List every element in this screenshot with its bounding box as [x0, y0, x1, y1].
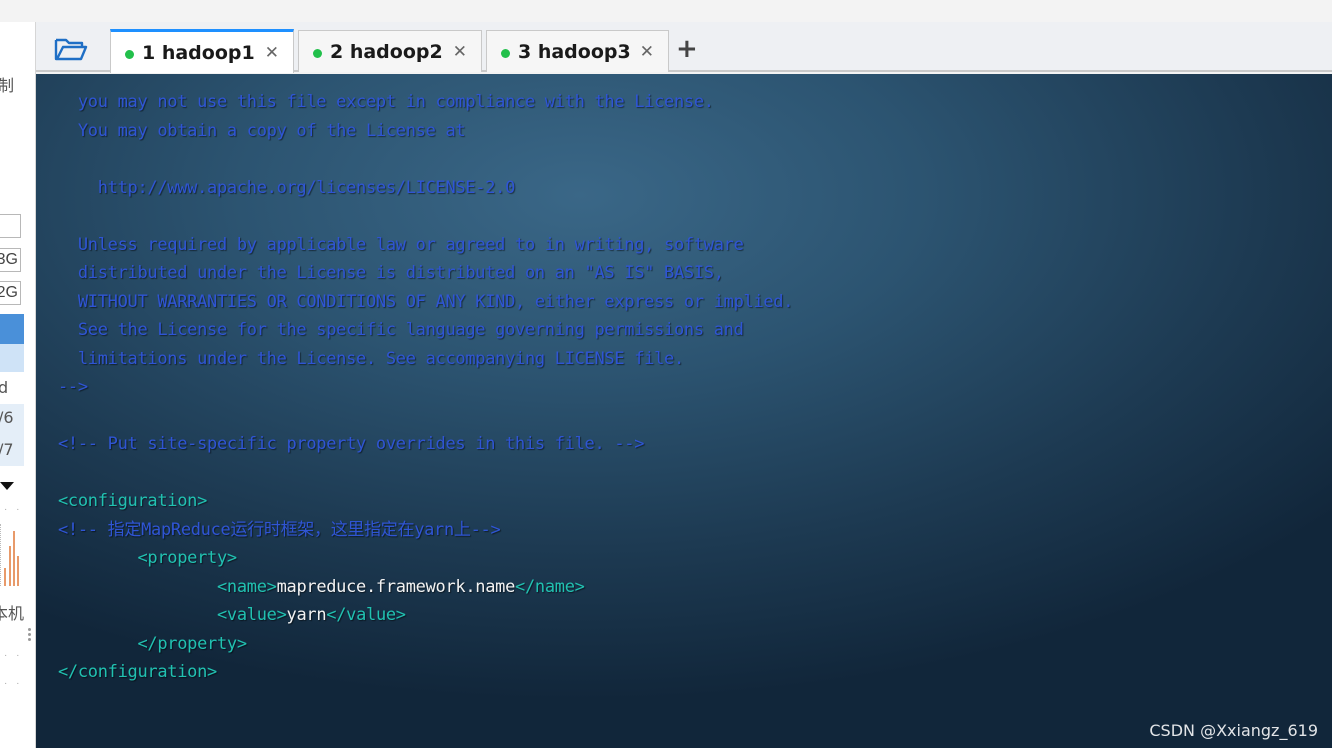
close-icon[interactable]: ✕	[265, 43, 279, 63]
sidebar-value-box: 2G	[0, 281, 21, 305]
sidebar-fragment: /7	[0, 440, 14, 459]
terminal-text: You may obtain a copy of the License at	[58, 120, 466, 141]
new-tab-button[interactable]: +	[676, 34, 698, 64]
terminal-line: limitations under the License. See accom…	[58, 345, 793, 374]
terminal-line: </configuration>	[58, 658, 793, 687]
dotted-separator: · ·	[4, 650, 23, 661]
terminal-text: </property>	[137, 633, 247, 654]
terminal-text: See the License for the specific languag…	[58, 320, 744, 340]
sidebar-input[interactable]	[0, 214, 21, 238]
session-sidebar: 制 3G 2G d /6 /7 · · 本机 · · · ·	[0, 22, 36, 748]
terminal-text: <!-- 指定MapReduce运行时框架，这里指定在yarn上-->	[58, 519, 501, 540]
sidebar-fragment: /6	[0, 408, 14, 427]
tab-hadoop1[interactable]: 1 hadoop1 ✕	[110, 29, 294, 73]
terminal-text: WITHOUT WARRANTIES OR CONDITIONS OF ANY …	[58, 291, 794, 312]
connected-status-icon	[313, 49, 322, 58]
close-icon[interactable]: ✕	[453, 42, 467, 62]
terminal-line: </property>	[58, 630, 793, 659]
terminal-lines: you may not use this file except in comp…	[58, 88, 793, 687]
terminal-text: limitations under the License. See accom…	[58, 348, 684, 369]
terminal-line: <configuration>	[58, 487, 793, 516]
terminal-text: </configuration>	[58, 662, 217, 682]
connected-status-icon	[501, 49, 510, 58]
terminal-text: distributed under the License is distrib…	[58, 263, 724, 283]
sidebar-resize-handle[interactable]	[28, 626, 34, 646]
terminal-line: -->	[58, 373, 793, 402]
window-top-strip	[0, 0, 1332, 22]
terminal-text: </name>	[515, 576, 585, 597]
terminal-text: <value>	[216, 605, 287, 625]
tab-hadoop3[interactable]: 3 hadoop3 ✕	[486, 30, 669, 72]
terminal-text: </value>	[326, 605, 406, 625]
close-icon[interactable]: ✕	[640, 42, 654, 62]
terminal-text: http://www.apache.org/licenses/LICENSE-2…	[58, 177, 516, 198]
tab-hadoop2[interactable]: 2 hadoop2 ✕	[298, 30, 482, 72]
terminal-text: yarn	[286, 605, 327, 625]
usage-graph	[0, 524, 22, 586]
csdn-watermark: CSDN @Xxiangz_619	[1149, 721, 1318, 740]
terminal-line: <property>	[58, 544, 793, 573]
folder-open-icon[interactable]	[54, 36, 88, 62]
terminal-line: Unless required by applicable law or agr…	[58, 231, 793, 260]
terminal-line: You may obtain a copy of the License at	[58, 117, 793, 146]
terminal-text: mapreduce.framework.name	[276, 576, 516, 597]
terminal-text: <name>	[216, 576, 277, 597]
terminal-text: you may not use this file except in comp…	[58, 92, 714, 112]
sidebar-fragment: 制	[0, 72, 14, 96]
terminal-line: <!-- Put site-specific property override…	[58, 430, 793, 459]
sidebar-row[interactable]	[0, 344, 24, 372]
terminal-line: See the License for the specific languag…	[58, 316, 793, 345]
sidebar-value-box: 3G	[0, 248, 21, 272]
terminal-text: <!-- Put site-specific property override…	[58, 434, 645, 454]
terminal-line: <value>yarn</value>	[58, 601, 793, 630]
sidebar-fragment: d	[0, 378, 8, 397]
caret-down-icon[interactable]	[0, 482, 14, 490]
tab-label: 3 hadoop3	[518, 40, 631, 63]
terminal-text: <configuration>	[58, 491, 208, 511]
session-tab-bar: 1 hadoop1 ✕ 2 hadoop2 ✕ 3 hadoop3 ✕ +	[36, 22, 1332, 73]
terminal-line: <!-- 指定MapReduce运行时框架，这里指定在yarn上-->	[58, 516, 793, 545]
dotted-separator: · ·	[4, 678, 23, 689]
tab-label: 2 hadoop2	[330, 40, 443, 63]
terminal-output[interactable]: you may not use this file except in comp…	[36, 74, 1332, 748]
terminal-line: http://www.apache.org/licenses/LICENSE-2…	[58, 174, 793, 203]
terminal-text: -->	[58, 377, 88, 397]
sidebar-fragment: 本机	[0, 604, 25, 623]
tab-label: 1 hadoop1	[142, 41, 255, 64]
connected-status-icon	[125, 50, 134, 59]
sidebar-selected-row[interactable]	[0, 314, 24, 344]
terminal-line: you may not use this file except in comp…	[58, 88, 793, 117]
terminal-text: <property>	[137, 548, 237, 568]
terminal-line: <name>mapreduce.framework.name</name>	[58, 573, 793, 602]
terminal-text: Unless required by applicable law or agr…	[58, 234, 744, 255]
dotted-separator: · ·	[4, 504, 23, 515]
terminal-line: distributed under the License is distrib…	[58, 259, 793, 288]
terminal-line: WITHOUT WARRANTIES OR CONDITIONS OF ANY …	[58, 288, 794, 317]
